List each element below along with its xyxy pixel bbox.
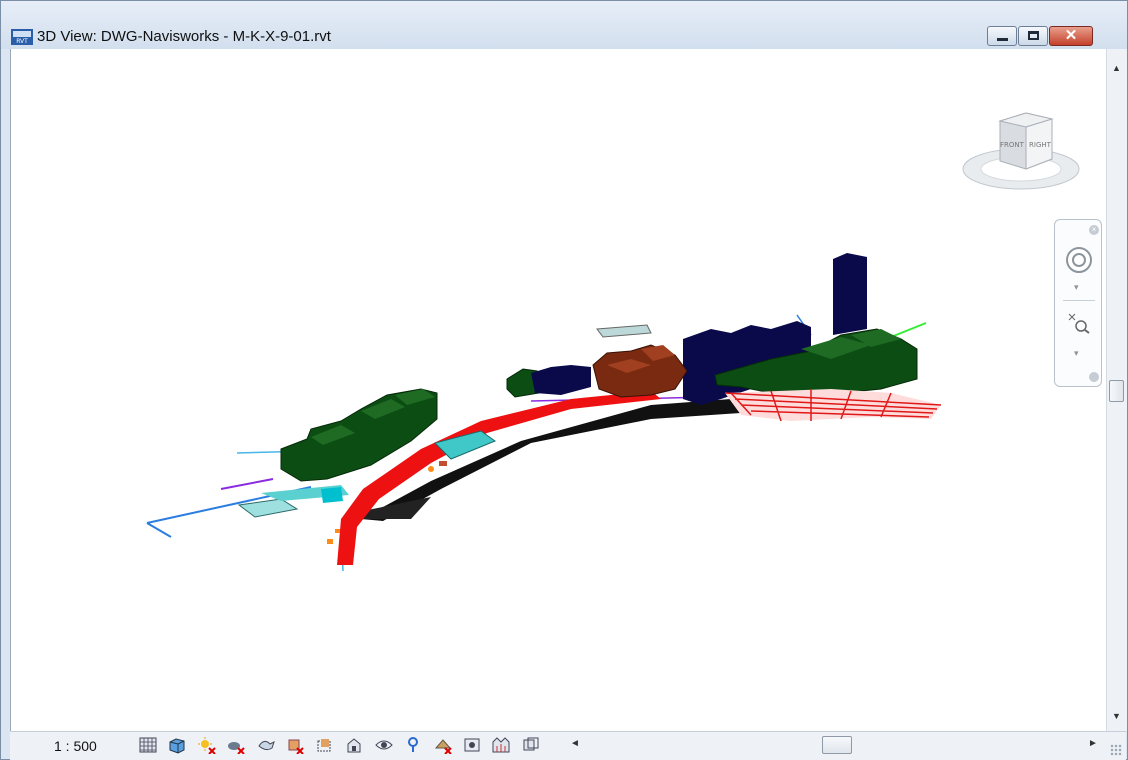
- navbar-close-icon[interactable]: ×: [1089, 225, 1099, 235]
- vertical-scrollbar[interactable]: ▲ ▼: [1106, 49, 1127, 731]
- svg-text:RVT: RVT: [16, 38, 28, 45]
- 3d-model-scene[interactable]: [11, 49, 1107, 731]
- resize-grip[interactable]: [1110, 744, 1122, 756]
- navigation-bar: × ▾ ▾: [1054, 219, 1102, 387]
- viewcube-right-face[interactable]: RIGHT: [1029, 141, 1052, 149]
- scroll-down-icon[interactable]: ▼: [1112, 711, 1121, 721]
- title-bar[interactable]: RVT 3D View: DWG-Navisworks - M-K-X-9-01…: [1, 1, 1127, 49]
- navbar-separator: [1063, 300, 1095, 301]
- steering-wheel-icon[interactable]: [1065, 246, 1093, 274]
- visual-style-icon[interactable]: [167, 736, 187, 754]
- view-scale[interactable]: 1 : 500: [54, 738, 97, 754]
- crop-view-icon[interactable]: [285, 736, 305, 754]
- scroll-right-icon[interactable]: ►: [1088, 738, 1098, 749]
- red-hatch-zone: [724, 389, 942, 422]
- viewcube-icon[interactable]: FRONT RIGHT: [956, 107, 1086, 197]
- brown-buildings: [592, 344, 688, 398]
- horizontal-scroll-thumb[interactable]: [822, 736, 852, 754]
- zoom-icon[interactable]: [1067, 312, 1091, 334]
- rvt-file-icon: RVT: [11, 29, 33, 45]
- reveal-constraints-icon[interactable]: [521, 736, 541, 754]
- navbar-menu-icon[interactable]: [1089, 372, 1099, 382]
- scroll-up-icon[interactable]: ▲: [1112, 63, 1121, 73]
- show-crop-region-icon[interactable]: [315, 736, 335, 754]
- maximize-button[interactable]: [1018, 26, 1048, 46]
- viewcube-front-face[interactable]: FRONT: [1000, 141, 1025, 149]
- window-title: 3D View: DWG-Navisworks - M-K-X-9-01.rvt: [37, 28, 331, 45]
- minimize-icon: [997, 38, 1008, 41]
- 3d-model-viewport[interactable]: FRONT RIGHT × ▾ ▾: [10, 49, 1107, 731]
- shadows-icon[interactable]: [226, 736, 246, 754]
- view-control-icons: [138, 736, 546, 756]
- view-control-bar: 1 : 500 ◄ ►: [10, 731, 1126, 760]
- render-icon[interactable]: [256, 736, 276, 754]
- sun-path-icon[interactable]: [197, 736, 217, 754]
- revit-3d-view-window: RVT 3D View: DWG-Navisworks - M-K-X-9-01…: [0, 0, 1128, 760]
- analytical-model-icon[interactable]: [462, 736, 482, 754]
- vertical-scroll-thumb[interactable]: [1109, 380, 1124, 402]
- maximize-icon: [1028, 31, 1039, 40]
- minimize-button[interactable]: [987, 26, 1017, 46]
- zoom-dropdown-icon[interactable]: ▾: [1074, 348, 1079, 359]
- close-icon: ✕: [1064, 27, 1078, 44]
- reveal-hidden-elements-icon[interactable]: [403, 736, 423, 754]
- scroll-left-icon[interactable]: ◄: [570, 738, 580, 749]
- temporary-hide-isolate-icon[interactable]: [374, 736, 394, 754]
- close-button[interactable]: ✕: [1049, 26, 1093, 46]
- unlock-3d-view-icon[interactable]: [344, 736, 364, 754]
- highlight-displacement-icon[interactable]: [491, 736, 511, 754]
- wheel-dropdown-icon[interactable]: ▾: [1074, 282, 1079, 293]
- temporary-view-properties-icon[interactable]: [433, 736, 453, 754]
- plaza-areas: [237, 324, 652, 518]
- detail-level-icon[interactable]: [138, 736, 158, 754]
